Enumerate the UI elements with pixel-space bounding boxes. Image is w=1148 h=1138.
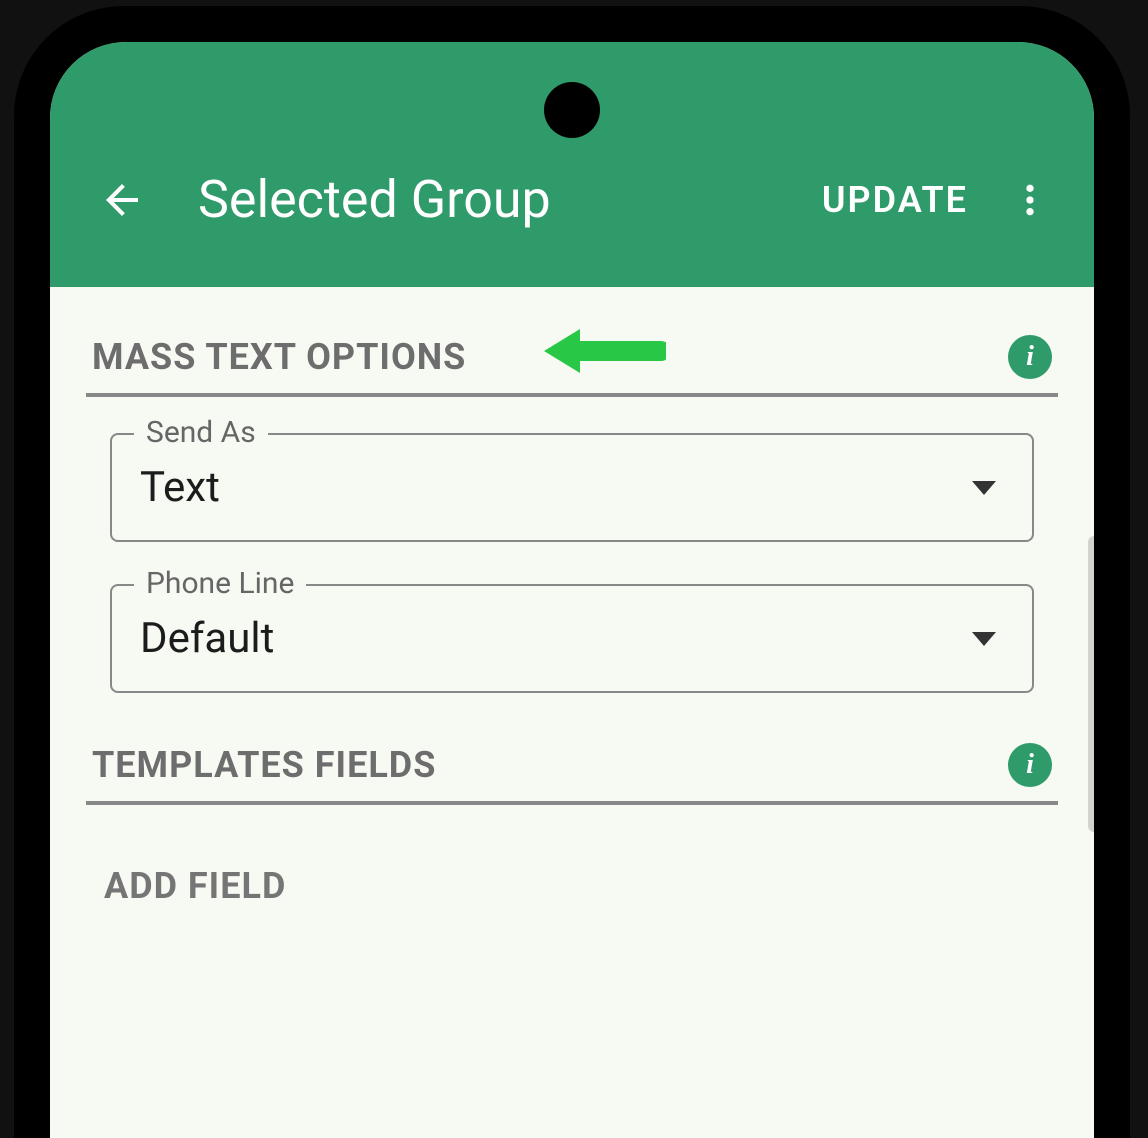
phone-screen: Selected Group UPDATE MASS TEXT OPTIONS … (50, 42, 1094, 1138)
annotation-arrow-icon (536, 319, 666, 383)
back-button[interactable] (90, 168, 154, 232)
mass-text-info-button[interactable]: i (1008, 335, 1052, 379)
add-field-label: ADD FIELD (104, 865, 1040, 907)
mass-text-fields: Send As Text Phone Line Default (86, 433, 1058, 693)
update-button[interactable]: UPDATE (804, 167, 986, 233)
more-vert-icon (1010, 180, 1050, 220)
templates-fields-header: TEMPLATES FIELDS i (86, 735, 1058, 805)
send-as-label: Send As (134, 415, 268, 450)
arrow-back-icon (98, 176, 146, 224)
mass-text-options-title: MASS TEXT OPTIONS (92, 336, 466, 378)
page-title: Selected Group (198, 169, 804, 230)
chevron-down-icon (972, 632, 996, 646)
mass-text-options-header: MASS TEXT OPTIONS i (86, 327, 1058, 397)
templates-fields-title: TEMPLATES FIELDS (92, 744, 436, 786)
phone-frame: Selected Group UPDATE MASS TEXT OPTIONS … (14, 6, 1130, 1138)
send-as-dropdown[interactable]: Send As Text (110, 433, 1034, 542)
templates-info-button[interactable]: i (1008, 743, 1052, 787)
camera-cutout (544, 82, 600, 138)
overflow-menu-button[interactable] (998, 168, 1062, 232)
info-icon: i (1026, 341, 1034, 373)
scrollbar[interactable] (1088, 536, 1094, 832)
content-area: MASS TEXT OPTIONS i Send As Text (50, 287, 1094, 927)
send-as-value: Text (140, 463, 220, 512)
app-bar: Selected Group UPDATE (50, 42, 1094, 287)
phone-line-dropdown[interactable]: Phone Line Default (110, 584, 1034, 693)
chevron-down-icon (972, 481, 996, 495)
phone-line-value: Default (140, 614, 274, 663)
info-icon: i (1026, 749, 1034, 781)
add-field-row[interactable]: ADD FIELD (86, 805, 1058, 927)
phone-line-label: Phone Line (134, 566, 306, 601)
